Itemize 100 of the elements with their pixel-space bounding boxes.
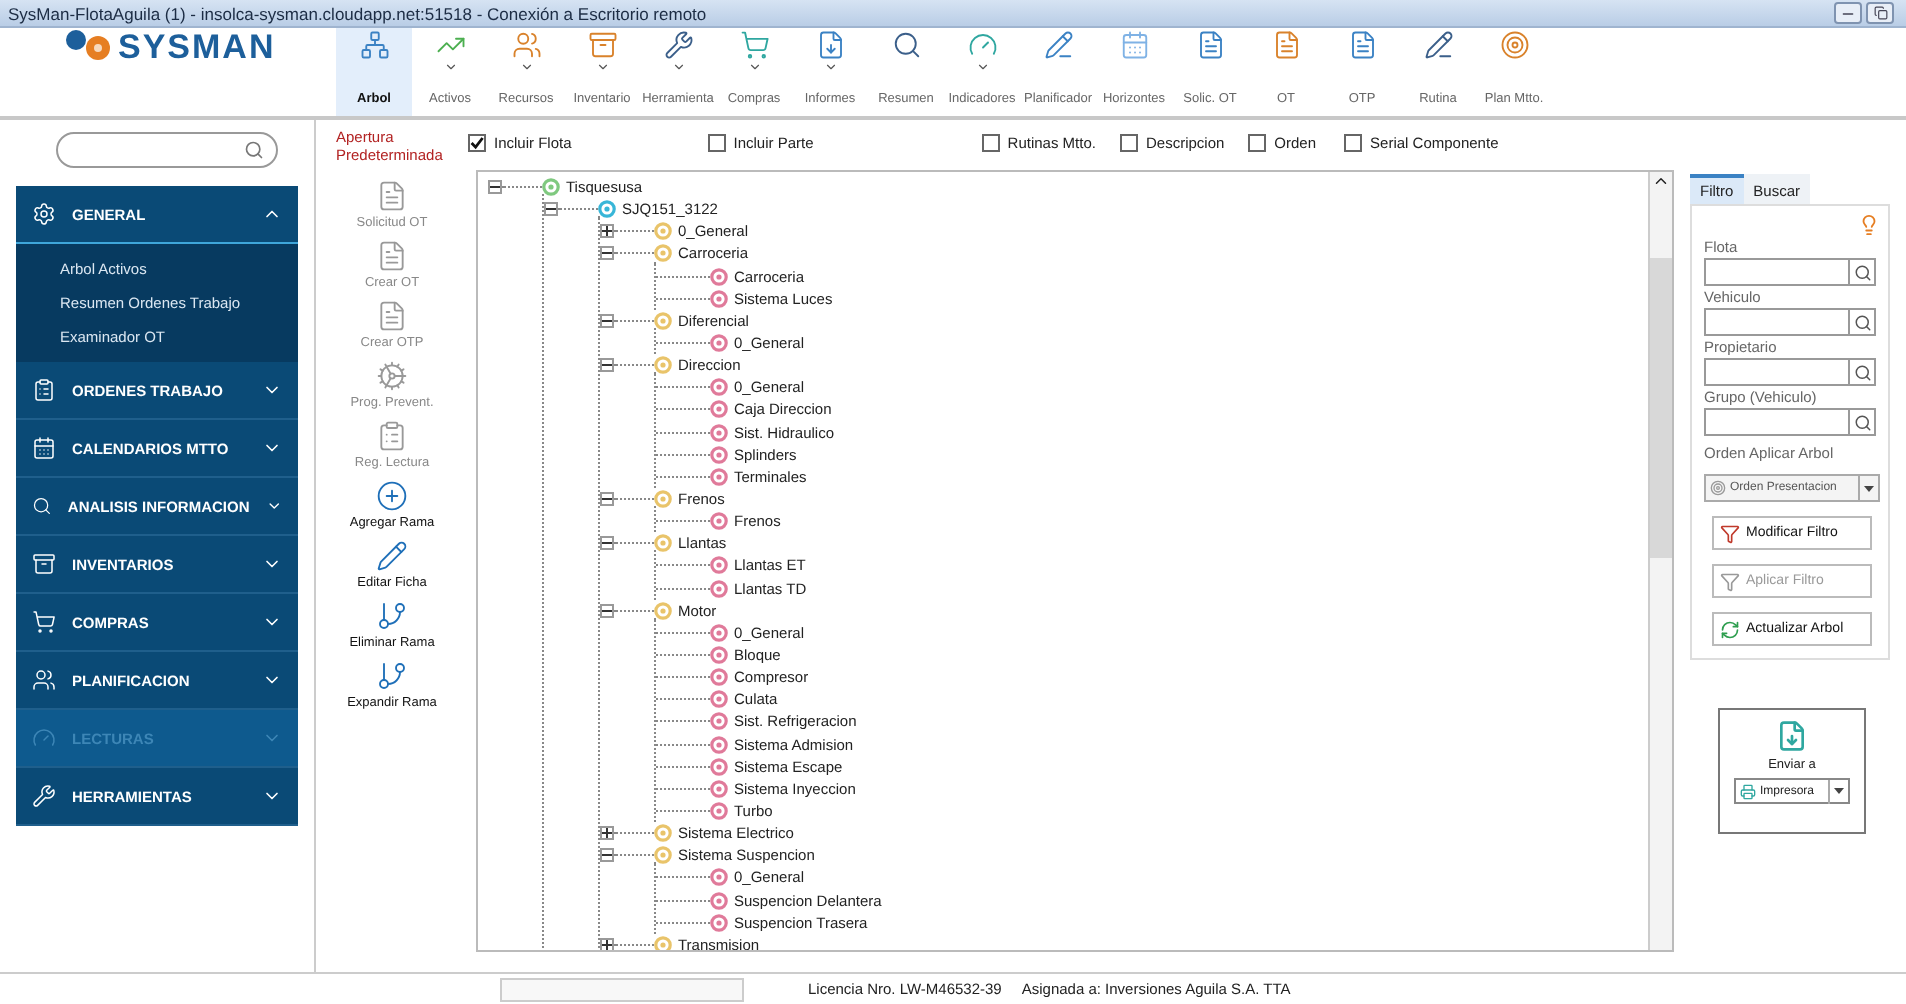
branch-icon — [376, 600, 408, 632]
target-icon — [1499, 30, 1529, 60]
node-icon — [710, 868, 728, 887]
node-icon — [710, 512, 728, 531]
collapse-toggle[interactable] — [600, 313, 614, 328]
node-icon — [654, 534, 672, 553]
cart-icon — [32, 610, 56, 634]
collapse-toggle[interactable] — [488, 180, 502, 195]
clipboard-icon — [376, 420, 408, 452]
collapse-toggle[interactable] — [600, 603, 614, 618]
restore-icon — [1873, 6, 1887, 20]
minimize-button[interactable] — [1834, 2, 1862, 24]
node-icon — [710, 623, 728, 642]
node-icon — [710, 289, 728, 308]
input-field[interactable] — [1704, 258, 1848, 286]
gauge-icon — [32, 726, 56, 750]
collapse-toggle[interactable] — [600, 536, 614, 551]
input-field[interactable] — [1704, 408, 1848, 436]
node-icon — [710, 378, 728, 397]
people-icon — [511, 30, 541, 60]
node-icon — [654, 824, 672, 843]
gear-logo-icon — [60, 30, 112, 62]
checkbox[interactable] — [1248, 133, 1267, 151]
gear-icon — [376, 360, 408, 392]
collapse-toggle[interactable] — [544, 202, 558, 217]
archive-icon — [587, 30, 617, 60]
download-icon — [1776, 720, 1808, 752]
node-icon — [710, 735, 728, 754]
node-icon — [710, 400, 728, 419]
clipboard-icon — [32, 378, 56, 402]
pencil-icon — [376, 540, 408, 572]
node-icon — [710, 891, 728, 910]
cart-icon — [739, 30, 769, 60]
search-icon — [891, 30, 921, 60]
logo-text: SYSMAN — [118, 30, 276, 66]
wrench-icon — [32, 784, 56, 808]
checkbox[interactable] — [1119, 133, 1138, 151]
expand-toggle[interactable] — [600, 224, 614, 239]
search-button[interactable] — [1848, 258, 1876, 286]
search-icon — [1853, 263, 1871, 281]
node-icon — [654, 356, 672, 375]
gauge-icon — [967, 30, 997, 60]
scroll-bar[interactable] — [1648, 172, 1672, 950]
target-icon — [1710, 480, 1726, 496]
input-field[interactable] — [1704, 358, 1848, 386]
document-icon — [375, 300, 408, 332]
node-icon — [710, 467, 728, 486]
checkbox[interactable] — [1344, 133, 1363, 151]
node-icon — [654, 935, 672, 950]
node-icon — [542, 178, 560, 197]
branch-icon — [376, 660, 408, 692]
collapse-toggle[interactable] — [600, 358, 614, 373]
filter-icon — [1720, 523, 1740, 543]
hierarchy-icon — [359, 30, 389, 60]
node-icon — [654, 311, 672, 330]
search-icon — [244, 140, 264, 160]
checkbox[interactable] — [707, 133, 726, 151]
checkbox[interactable] — [468, 133, 486, 151]
node-icon — [710, 757, 728, 776]
plus-circle-icon — [376, 480, 408, 512]
pencil-icon — [1043, 30, 1073, 60]
collapse-toggle[interactable] — [600, 246, 614, 261]
search-button[interactable] — [1848, 408, 1876, 436]
document-icon — [815, 30, 845, 60]
input-field[interactable] — [1704, 308, 1848, 336]
search-button[interactable] — [1848, 308, 1876, 336]
calendar-icon — [32, 436, 56, 460]
search-button[interactable] — [1848, 358, 1876, 386]
checkbox[interactable] — [981, 133, 1000, 151]
node-icon — [710, 712, 728, 731]
expand-toggle[interactable] — [600, 937, 614, 950]
refresh-icon — [1720, 619, 1740, 639]
expand-toggle[interactable] — [600, 826, 614, 841]
document-icon — [376, 240, 408, 272]
lightbulb-icon — [1858, 214, 1880, 236]
calendar-icon — [1119, 30, 1149, 60]
node-icon — [710, 668, 728, 687]
collapse-toggle[interactable] — [600, 848, 614, 863]
gear-icon — [32, 202, 56, 226]
scroll-up-icon — [1652, 172, 1670, 190]
collapse-toggle[interactable] — [600, 492, 614, 507]
search-icon — [1853, 413, 1871, 431]
archive-icon — [32, 552, 56, 576]
search-icon — [1853, 363, 1871, 381]
node-icon — [710, 334, 728, 353]
node-icon — [710, 445, 728, 464]
node-icon — [710, 913, 728, 932]
node-icon — [710, 267, 728, 286]
search-field[interactable] — [56, 132, 278, 168]
node-icon — [654, 222, 672, 241]
filter-icon — [1720, 571, 1740, 591]
node-icon — [598, 200, 616, 219]
dropdown-arrow-icon — [1864, 485, 1874, 491]
people-icon — [32, 668, 56, 692]
node-icon — [710, 579, 728, 598]
node-icon — [654, 846, 672, 865]
restore-button[interactable] — [1866, 2, 1894, 24]
document-icon — [376, 180, 408, 212]
search-icon — [32, 494, 52, 518]
node-icon — [710, 779, 728, 798]
